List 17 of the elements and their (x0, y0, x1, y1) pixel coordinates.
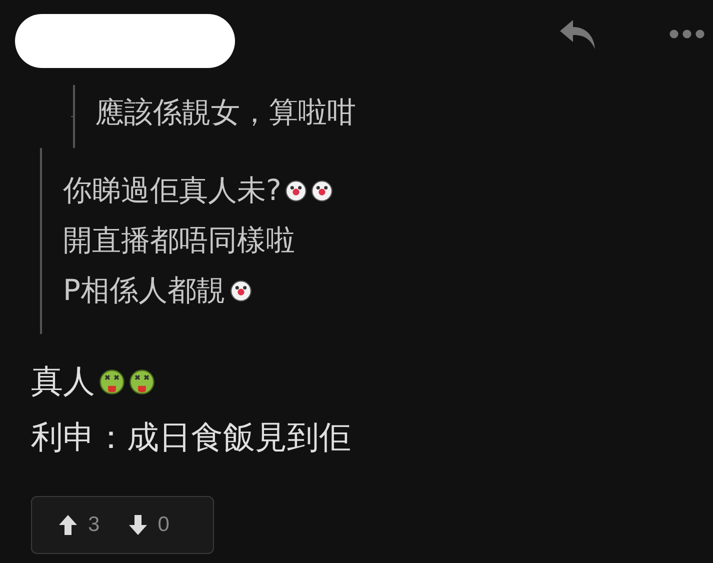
clown-face-icon (230, 280, 252, 302)
up-arrow-icon (58, 514, 78, 536)
post-text: 真人 (31, 361, 95, 402)
upvote-button[interactable]: 3 (54, 509, 104, 541)
down-arrow-icon (128, 514, 148, 536)
clown-face-icon (311, 180, 334, 202)
quoted-text: 你睇過佢真人未? (63, 172, 282, 209)
reply-icon[interactable] (559, 18, 597, 50)
more-options-icon[interactable] (669, 29, 705, 39)
downvote-button[interactable]: 0 (124, 509, 174, 541)
post-text: 利申：成日食飯見到佢 (31, 417, 351, 458)
quoted-text: 應該係靚女，算啦咁 (95, 94, 356, 131)
sick-face-icon (99, 369, 125, 395)
quoted-text: 開直播都唔同樣啦 (63, 222, 295, 259)
sick-face-icon (129, 369, 155, 395)
clown-face-icon (285, 180, 308, 202)
quoted-text: P相係人都靚 (63, 272, 226, 309)
